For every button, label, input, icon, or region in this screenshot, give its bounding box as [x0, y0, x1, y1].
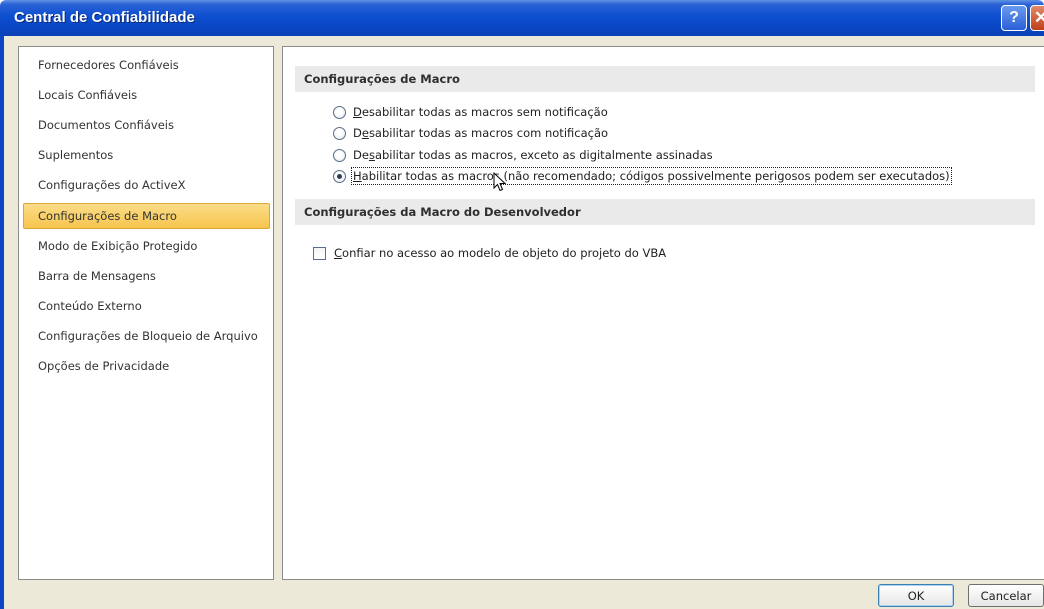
radio-button[interactable]	[333, 126, 346, 140]
sidebar-item-activex-settings[interactable]: Configurações do ActiveX	[23, 172, 270, 198]
sidebar-item-add-ins[interactable]: Suplementos	[23, 142, 270, 168]
help-icon[interactable]: ?	[1001, 5, 1027, 31]
radio-button[interactable]	[333, 148, 346, 162]
vba-access-checkbox[interactable]	[313, 246, 326, 260]
sidebar-item-trusted-publishers[interactable]: Fornecedores Confiáveis	[23, 52, 270, 78]
title-bar[interactable]: Central de Confiabilidade ? ✕	[0, 0, 1044, 36]
radio-button-selected[interactable]	[333, 169, 346, 183]
sidebar-item-trusted-locations[interactable]: Locais Confiáveis	[23, 82, 270, 108]
close-icon[interactable]: ✕	[1030, 5, 1044, 31]
category-sidebar: Fornecedores Confiáveis Locais Confiávei…	[18, 46, 274, 580]
window-title: Central de Confiabilidade	[14, 9, 195, 26]
cancel-button[interactable]: Cancelar	[968, 584, 1044, 607]
sidebar-item-privacy-options[interactable]: Opções de Privacidade	[23, 353, 270, 379]
radio-label: Desabilitar todas as macros com notifica…	[353, 126, 609, 140]
radio-label: Desabilitar todas as macros, exceto as d…	[353, 148, 713, 162]
sidebar-item-external-content[interactable]: Conteúdo Externo	[23, 293, 270, 319]
arrow-cursor-icon	[493, 172, 507, 192]
dialog-body: Fornecedores Confiáveis Locais Confiávei…	[0, 36, 1044, 609]
macro-settings-header: Configurações de Macro	[295, 66, 1035, 92]
sidebar-item-file-block-settings[interactable]: Configurações de Bloqueio de Arquivo	[23, 323, 270, 349]
sidebar-item-trusted-documents[interactable]: Documentos Confiáveis	[23, 112, 270, 138]
radio-enable-all-macros[interactable]: Habilitar todas as macros (não recomenda…	[333, 167, 952, 185]
radio-selected-dot	[337, 173, 342, 179]
radio-disable-except-signed[interactable]: Desabilitar todas as macros, exceto as d…	[333, 146, 713, 164]
vba-access-option[interactable]: Confiar no acesso ao modelo de objeto do…	[313, 244, 666, 262]
sidebar-item-protected-view[interactable]: Modo de Exibição Protegido	[23, 233, 270, 259]
ok-button[interactable]: OK	[878, 584, 954, 607]
radio-disable-without-notification[interactable]: Desabilitar todas as macros sem notifica…	[333, 103, 608, 121]
trust-center-dialog: Central de Confiabilidade ? ✕ Fornecedor…	[0, 0, 1044, 609]
radio-label: Habilitar todas as macros (não recomenda…	[351, 167, 952, 185]
settings-panel: Configurações de Macro Desabilitar todas…	[282, 46, 1044, 580]
radio-label: Desabilitar todas as macros sem notifica…	[353, 105, 608, 119]
sidebar-item-macro-settings[interactable]: Configurações de Macro	[23, 203, 270, 229]
developer-macro-settings-header: Configurações da Macro do Desenvolvedor	[295, 199, 1035, 225]
radio-disable-with-notification[interactable]: Desabilitar todas as macros com notifica…	[333, 124, 608, 142]
vba-access-label: Confiar no acesso ao modelo de objeto do…	[334, 246, 667, 260]
sidebar-item-message-bar[interactable]: Barra de Mensagens	[23, 263, 270, 289]
radio-button[interactable]	[333, 105, 346, 119]
